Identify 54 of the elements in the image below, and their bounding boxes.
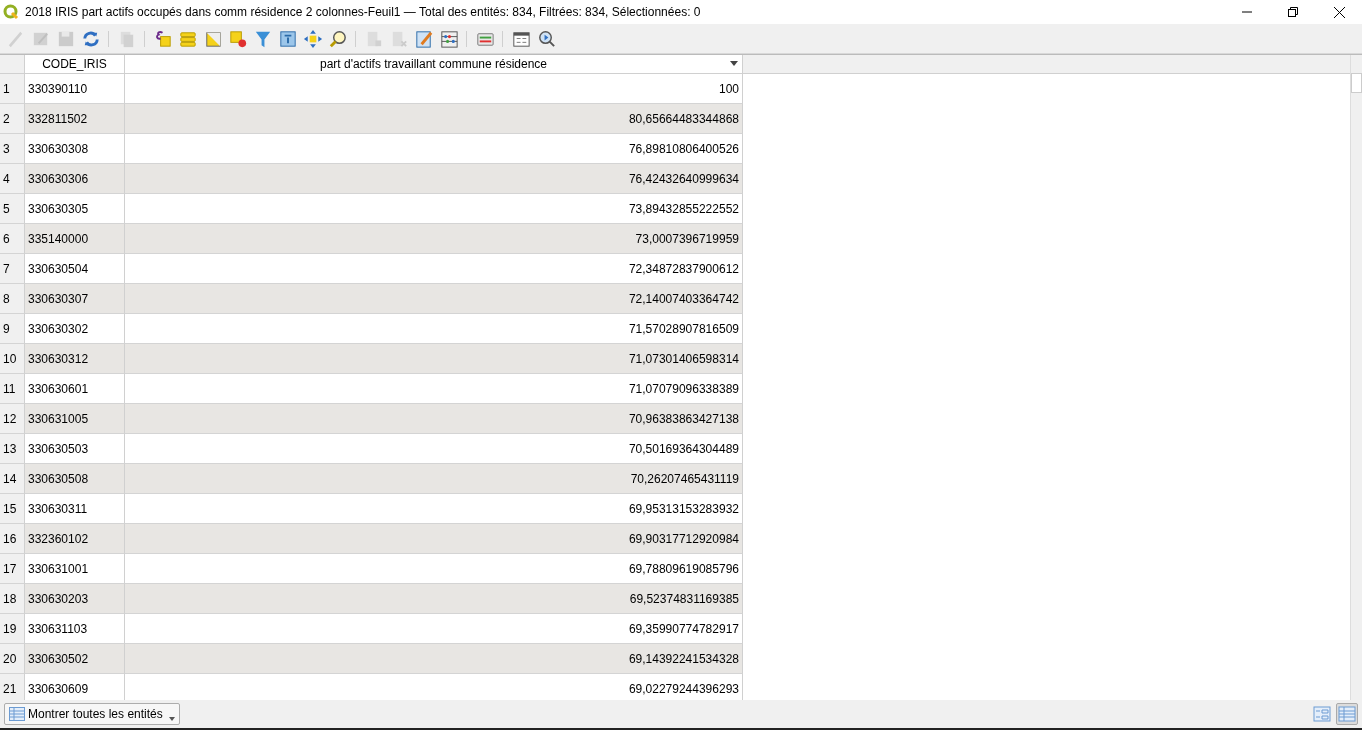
row-number[interactable]: 5: [0, 194, 25, 224]
row-number[interactable]: 2: [0, 104, 25, 134]
table-cell: 330630312: [25, 344, 125, 374]
table-cell: 72,14007403364742: [125, 284, 743, 314]
row-number[interactable]: 15: [0, 494, 25, 524]
window-title: 2018 IRIS part actifs occupés dans comm résidence 2 colonnes-Feuil1 — Total des entités: 834, Filtrées: 834, Sélectionnées: 0: [25, 4, 701, 21]
table-cell: 69,90317712920984: [125, 524, 743, 554]
row-number[interactable]: 3: [0, 134, 25, 164]
row-number[interactable]: 9: [0, 314, 25, 344]
caret-icon: [168, 717, 175, 721]
row-number[interactable]: 19: [0, 614, 25, 644]
row-number[interactable]: 7: [0, 254, 25, 284]
row-number[interactable]: 4: [0, 164, 25, 194]
table-cell: 335140000: [25, 224, 125, 254]
row-number[interactable]: 11: [0, 374, 25, 404]
row-number[interactable]: 13: [0, 434, 25, 464]
app-logo-icon: [3, 4, 19, 20]
row-number[interactable]: 17: [0, 554, 25, 584]
table-cell: 71,07301406598314: [125, 344, 743, 374]
table-view-icon: [1338, 705, 1356, 723]
row-number[interactable]: 12: [0, 404, 25, 434]
table-cell: 330630502: [25, 644, 125, 674]
table-cell: 76,42432640999634: [125, 164, 743, 194]
filter-dropdown-button[interactable]: Montrer toutes les entités: [4, 703, 180, 725]
table-view-button[interactable]: [1336, 703, 1358, 725]
table-cell: 330630508: [25, 464, 125, 494]
row-number[interactable]: 20: [0, 644, 25, 674]
table-cell: 73,0007396719959: [125, 224, 743, 254]
scrollbar[interactable]: [1350, 55, 1362, 700]
table-cell: 70,26207465431119: [125, 464, 743, 494]
table-cell: 330630307: [25, 284, 125, 314]
row-number[interactable]: 14: [0, 464, 25, 494]
table-cell: 330631005: [25, 404, 125, 434]
table-cell: 69,52374831169385: [125, 584, 743, 614]
restore-icon: [1288, 7, 1298, 17]
row-number[interactable]: 16: [0, 524, 25, 554]
table-cell: 70,96383863427138: [125, 404, 743, 434]
row-number[interactable]: 10: [0, 344, 25, 374]
table-icon: [9, 707, 25, 721]
table-cell: 332360102: [25, 524, 125, 554]
table-cell: 332811502: [25, 104, 125, 134]
row-number[interactable]: 1: [0, 74, 25, 104]
table-cell: 69,14392241534328: [125, 644, 743, 674]
form-view-icon: [1313, 705, 1331, 723]
row-number[interactable]: 21: [0, 674, 25, 700]
row-number[interactable]: 6: [0, 224, 25, 254]
table-cell: 330630203: [25, 584, 125, 614]
table-cell: 80,65664483344868: [125, 104, 743, 134]
column-header[interactable]: CODE_IRIS: [25, 55, 125, 73]
row-number[interactable]: 8: [0, 284, 25, 314]
column-header[interactable]: part d'actifs travaillant commune résidence: [125, 55, 743, 73]
table-cell: 330630306: [25, 164, 125, 194]
row-number[interactable]: 18: [0, 584, 25, 614]
close-icon: [1333, 6, 1345, 18]
